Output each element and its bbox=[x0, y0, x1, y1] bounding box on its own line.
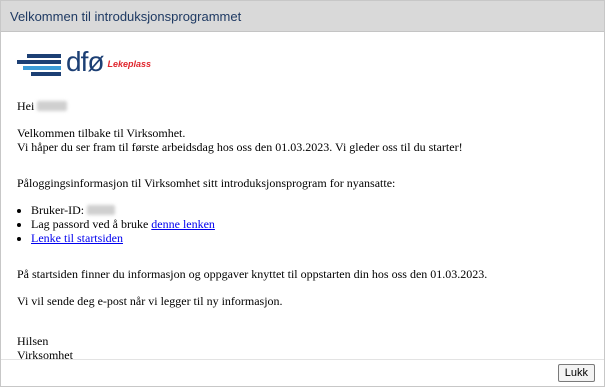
user-id-label: Bruker-ID: bbox=[31, 203, 85, 217]
redacted-user-id bbox=[87, 205, 116, 215]
login-intro: Påloggingsinformasjon til Virksomhet sit… bbox=[17, 176, 396, 190]
close-button[interactable]: Lukk bbox=[557, 364, 595, 382]
dialog-titlebar: Velkommen til introduksjonsprogrammet bbox=[1, 1, 604, 32]
login-list: Bruker-ID: Lag passord ved å bruke denne… bbox=[17, 203, 588, 245]
welcome-paragraph: Velkommen tilbake til Virksomhet. Vi håp… bbox=[17, 126, 588, 154]
logo-bars-icon bbox=[17, 51, 61, 76]
notify-line: Vi vil sende deg e-post når vi legger ti… bbox=[17, 294, 283, 308]
start-page-link[interactable]: Lenke til startsiden bbox=[31, 231, 123, 245]
list-item-password: Lag passord ved å bruke denne lenken bbox=[31, 217, 588, 231]
welcome-dialog: Velkommen til introduksjonsprogrammet df… bbox=[0, 0, 605, 387]
list-item-start: Lenke til startsiden bbox=[31, 231, 588, 245]
redacted-name bbox=[37, 101, 68, 111]
dialog-footer: Lukk bbox=[1, 359, 604, 386]
welcome-line-1: Velkommen tilbake til Virksomhet. bbox=[17, 126, 186, 140]
greeting-text: Hei bbox=[17, 99, 35, 113]
logo-text: dfø bbox=[66, 46, 104, 77]
dfo-logo: dfø Lekeplass bbox=[17, 45, 588, 77]
signature: Hilsen Virksomhet bbox=[17, 334, 588, 362]
sign-off: Hilsen bbox=[17, 334, 49, 348]
welcome-line-2: Vi håper du ser fram til første arbeidsd… bbox=[17, 140, 463, 154]
password-text: Lag passord ved å bruke bbox=[31, 217, 149, 231]
logo-tag: Lekeplass bbox=[107, 59, 151, 69]
info-line: På startsiden finner du informasjon og o… bbox=[17, 267, 488, 281]
dialog-title: Velkommen til introduksjonsprogrammet bbox=[10, 8, 242, 24]
list-item-user-id: Bruker-ID: bbox=[31, 203, 588, 217]
password-link[interactable]: denne lenken bbox=[151, 217, 215, 231]
dialog-content: dfø Lekeplass Hei Velkommen tilbake til … bbox=[17, 45, 588, 375]
greeting: Hei bbox=[17, 99, 588, 113]
